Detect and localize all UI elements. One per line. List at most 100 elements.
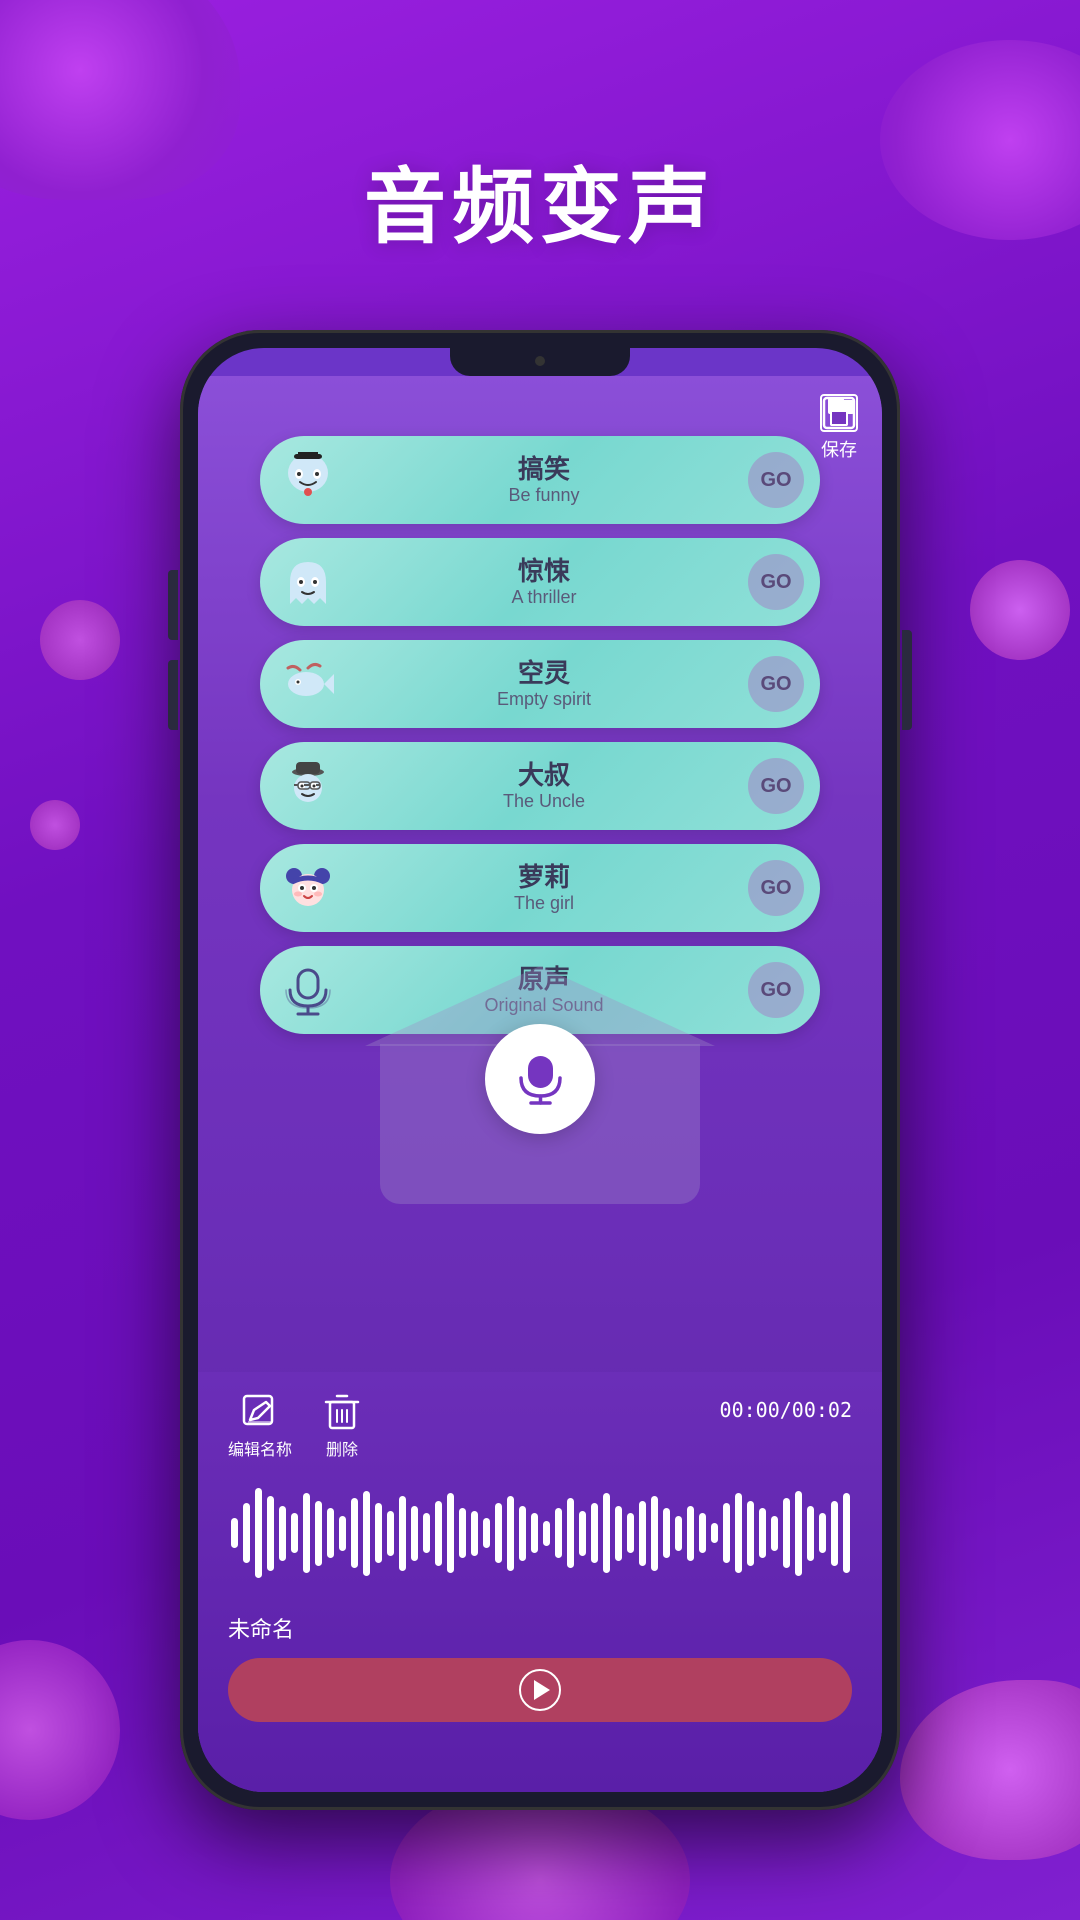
voice-texts-1: 惊悚 A thriller bbox=[340, 556, 748, 609]
blob-bot-left bbox=[0, 1640, 120, 1820]
voice-texts-0: 搞笑 Be funny bbox=[340, 454, 748, 507]
go-btn-5[interactable]: GO bbox=[748, 962, 804, 1018]
wave-bar bbox=[567, 1498, 574, 1568]
wave-bar bbox=[627, 1513, 634, 1553]
mic-section bbox=[198, 1044, 882, 1204]
wave-bar bbox=[459, 1508, 466, 1558]
wave-bar bbox=[699, 1513, 706, 1553]
notch bbox=[450, 348, 630, 376]
voice-cn-3: 大叔 bbox=[518, 760, 570, 791]
save-button[interactable]: 保存 bbox=[820, 394, 858, 462]
wave-bar bbox=[747, 1501, 754, 1566]
wave-bar bbox=[651, 1496, 658, 1571]
house-shape bbox=[380, 1044, 700, 1204]
voice-en-1: A thriller bbox=[511, 587, 576, 609]
wave-bar bbox=[387, 1511, 394, 1556]
clown-icon bbox=[280, 452, 336, 508]
time-display: 00:00/00:02 bbox=[720, 1398, 852, 1422]
voice-item-girl[interactable]: 萝莉 The girl GO bbox=[260, 844, 820, 932]
wave-bar bbox=[783, 1498, 790, 1568]
wave-bar bbox=[519, 1506, 526, 1561]
blob-mid-left2 bbox=[30, 800, 80, 850]
voice-item-be-funny[interactable]: 搞笑 Be funny GO bbox=[260, 436, 820, 524]
vol-down-button bbox=[168, 660, 178, 730]
fish-icon bbox=[280, 656, 336, 712]
wave-bar bbox=[531, 1513, 538, 1553]
play-button[interactable] bbox=[228, 1658, 852, 1722]
voice-en-0: Be funny bbox=[508, 485, 579, 507]
edit-label: 编辑名称 bbox=[228, 1436, 292, 1460]
wave-bar bbox=[687, 1506, 694, 1561]
wave-bar bbox=[843, 1493, 850, 1573]
wave-bar bbox=[231, 1518, 238, 1548]
voice-item-uncle[interactable]: 大叔 The Uncle GO bbox=[260, 742, 820, 830]
wave-bar bbox=[351, 1498, 358, 1568]
file-name: 未命名 bbox=[228, 1612, 852, 1644]
camera bbox=[535, 356, 545, 366]
wave-bar bbox=[447, 1493, 454, 1573]
voice-texts-4: 萝莉 The girl bbox=[340, 862, 748, 915]
play-circle bbox=[519, 1669, 561, 1711]
voice-item-thriller[interactable]: 惊悚 A thriller GO bbox=[260, 538, 820, 626]
voice-cn-2: 空灵 bbox=[518, 658, 570, 689]
wave-bar bbox=[303, 1493, 310, 1573]
wave-bar bbox=[399, 1496, 406, 1571]
wave-bar bbox=[663, 1508, 670, 1558]
go-btn-1[interactable]: GO bbox=[748, 554, 804, 610]
voice-cn-0: 搞笑 bbox=[518, 454, 570, 485]
wave-bar bbox=[723, 1503, 730, 1563]
play-triangle-icon bbox=[534, 1680, 550, 1700]
wave-bar bbox=[423, 1513, 430, 1553]
go-btn-2[interactable]: GO bbox=[748, 656, 804, 712]
vol-up-button bbox=[168, 570, 178, 640]
voice-list: 搞笑 Be funny GO bbox=[260, 436, 820, 1034]
wave-bar bbox=[615, 1506, 622, 1561]
go-btn-4[interactable]: GO bbox=[748, 860, 804, 916]
wave-bar bbox=[603, 1493, 610, 1573]
mic-button[interactable] bbox=[485, 1024, 595, 1134]
wave-bar bbox=[411, 1506, 418, 1561]
wave-bar bbox=[507, 1496, 514, 1571]
wave-bar bbox=[579, 1511, 586, 1556]
blob-mid-left bbox=[40, 600, 120, 680]
wave-bar bbox=[711, 1523, 718, 1543]
save-label: 保存 bbox=[821, 436, 857, 462]
mic-icon bbox=[513, 1052, 568, 1107]
ghost-icon bbox=[280, 554, 336, 610]
wave-bar bbox=[639, 1501, 646, 1566]
wave-bar bbox=[735, 1493, 742, 1573]
wave-bar bbox=[543, 1521, 550, 1546]
clown-icon-wrap bbox=[276, 448, 340, 512]
wave-bar bbox=[483, 1518, 490, 1548]
wave-bar bbox=[291, 1513, 298, 1553]
girl-icon-wrap bbox=[276, 856, 340, 920]
phone-outer: 保存 bbox=[180, 330, 900, 1810]
wave-bar bbox=[375, 1503, 382, 1563]
waveform bbox=[228, 1468, 852, 1598]
go-btn-0[interactable]: GO bbox=[748, 452, 804, 508]
phone-screen: 保存 bbox=[198, 348, 882, 1792]
bottom-panel: 编辑名称 删 bbox=[198, 1372, 882, 1792]
edit-name-button[interactable]: 编辑名称 bbox=[228, 1392, 292, 1460]
wave-bar bbox=[495, 1503, 502, 1563]
voice-en-3: The Uncle bbox=[503, 791, 585, 813]
voice-cn-1: 惊悚 bbox=[518, 556, 570, 587]
wave-bar bbox=[831, 1501, 838, 1566]
delete-button[interactable]: 删除 bbox=[322, 1392, 362, 1460]
original-mic-icon bbox=[280, 962, 336, 1018]
voice-item-empty-spirit[interactable]: 空灵 Empty spirit GO bbox=[260, 640, 820, 728]
voice-texts-3: 大叔 The Uncle bbox=[340, 760, 748, 813]
go-btn-3[interactable]: GO bbox=[748, 758, 804, 814]
wave-bar bbox=[591, 1503, 598, 1563]
fish-icon-wrap bbox=[276, 652, 340, 716]
bottom-controls: 编辑名称 删 bbox=[228, 1392, 852, 1460]
ghost-icon-wrap bbox=[276, 550, 340, 614]
girl-icon bbox=[280, 860, 336, 916]
wave-bar bbox=[435, 1501, 442, 1566]
uncle-icon bbox=[280, 758, 336, 814]
screen-content: 保存 bbox=[198, 376, 882, 1792]
delete-label: 删除 bbox=[326, 1436, 358, 1460]
edit-icon bbox=[240, 1392, 280, 1432]
blob-mid-right bbox=[970, 560, 1070, 660]
wave-bar bbox=[555, 1508, 562, 1558]
